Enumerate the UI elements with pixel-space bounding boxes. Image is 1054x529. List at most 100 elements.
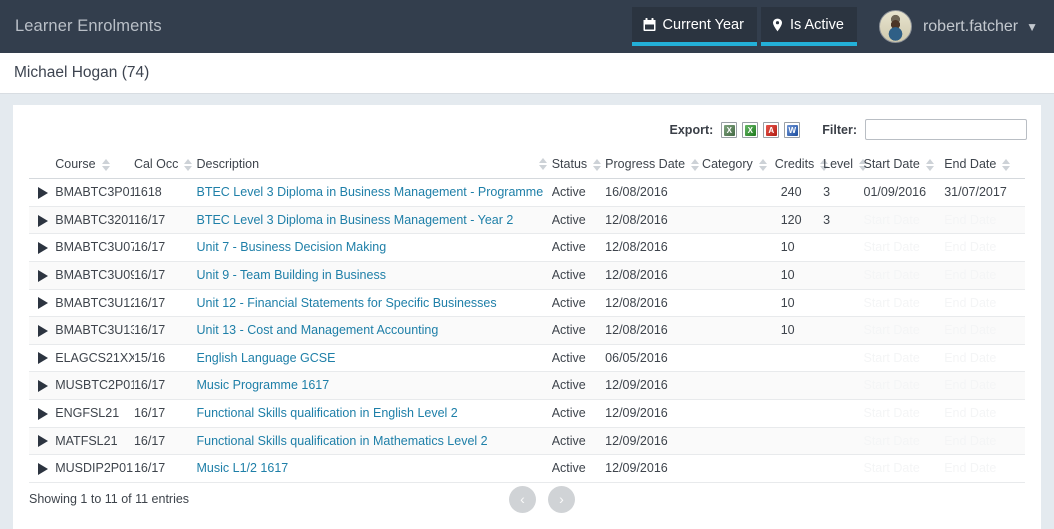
- description-link[interactable]: Music L1/2 1617: [197, 461, 289, 475]
- cell-description[interactable]: BTEC Level 3 Diploma in Business Managem…: [196, 206, 552, 235]
- row-expander-cell[interactable]: [29, 206, 56, 235]
- current-year-filter-button[interactable]: Current Year: [631, 7, 757, 46]
- sort-icon-description[interactable]: [538, 157, 548, 171]
- column-header-credits[interactable]: Credits: [774, 153, 829, 180]
- row-expander-cell[interactable]: [29, 178, 56, 207]
- is-active-filter-button[interactable]: Is Active: [760, 7, 857, 46]
- table-row[interactable]: BMABTC3P01 1618 BTEC Level 3 Diploma in Bu…: [29, 178, 1025, 207]
- sort-icon-status[interactable]: [593, 158, 602, 172]
- table-row[interactable]: BMABTC3U12 16/17 Unit 12 - Financial State…: [29, 289, 1025, 318]
- column-header-course[interactable]: Course: [55, 153, 134, 180]
- export-icon-group: X X A W: [721, 121, 801, 138]
- expand-row-icon[interactable]: [38, 462, 48, 475]
- sort-icon-course[interactable]: [101, 158, 111, 172]
- cell-description[interactable]: Unit 9 - Team Building in Business: [196, 261, 552, 290]
- cell-description[interactable]: English Language GCSE: [196, 344, 552, 373]
- column-header-cal-occ[interactable]: Cal Occ: [133, 153, 197, 180]
- cell-description[interactable]: Unit 13 - Cost and Management Accounting: [196, 316, 552, 345]
- column-header-level[interactable]: Level: [823, 153, 868, 180]
- description-link[interactable]: Functional Skills qualification in Mathe…: [197, 434, 488, 448]
- cell-status: Active: [551, 178, 606, 207]
- cell-cal-occ: 16/17: [133, 316, 197, 345]
- current-year-filter-label: Current Year: [662, 16, 744, 33]
- description-link[interactable]: Unit 9 - Team Building in Business: [197, 268, 386, 282]
- table-row[interactable]: BMABTC3201 16/17 BTEC Level 3 Diploma in B…: [29, 206, 1025, 235]
- row-expander-cell[interactable]: [29, 289, 56, 318]
- expand-row-icon[interactable]: [38, 380, 48, 393]
- row-expander-cell[interactable]: [29, 316, 56, 345]
- expand-row-icon[interactable]: [38, 435, 48, 448]
- row-expander-cell[interactable]: [29, 344, 56, 373]
- cell-description[interactable]: BTEC Level 3 Diploma in Business Managem…: [196, 178, 552, 207]
- column-header-end-date[interactable]: End Date: [944, 153, 1025, 180]
- column-header-category[interactable]: Category: [702, 153, 775, 180]
- cell-end-date: End Date: [944, 371, 1025, 400]
- expand-row-icon[interactable]: [38, 242, 48, 255]
- cell-start-date: Start Date: [863, 233, 945, 262]
- filter-input[interactable]: [865, 119, 1027, 140]
- export-csv-icon[interactable]: X: [721, 121, 738, 138]
- next-page-button[interactable]: ›: [548, 485, 575, 513]
- description-link[interactable]: English Language GCSE: [197, 351, 336, 365]
- placeholder-ghost-text: End Date: [944, 461, 997, 476]
- cell-description[interactable]: Unit 7 - Business Decision Making: [196, 233, 552, 262]
- expand-row-icon[interactable]: [38, 186, 48, 199]
- cell-level: [823, 233, 864, 262]
- table-row[interactable]: BMABTC3U13 16/17 Unit 13 - Cost and Manage…: [29, 316, 1025, 345]
- column-header-start-date[interactable]: Start Date: [863, 153, 945, 180]
- description-link[interactable]: Unit 7 - Business Decision Making: [197, 240, 387, 254]
- sort-icon-start-date[interactable]: [925, 158, 935, 172]
- column-label-end-date: End Date: [944, 157, 997, 171]
- sort-icon-cal-occ[interactable]: [184, 158, 193, 172]
- export-excel-icon[interactable]: X: [742, 121, 759, 138]
- cell-start-date: Start Date: [863, 206, 945, 235]
- cell-description[interactable]: Functional Skills qualification in Mathe…: [196, 427, 552, 456]
- cell-progress-date: 12/08/2016: [605, 261, 703, 290]
- expand-row-icon[interactable]: [38, 297, 48, 310]
- description-link[interactable]: Unit 12 - Financial Statements for Speci…: [197, 296, 497, 310]
- placeholder-ghost-text: Start Date: [863, 240, 920, 255]
- row-expander-cell[interactable]: [29, 399, 56, 428]
- cell-level: [823, 261, 864, 290]
- expand-row-icon[interactable]: [38, 214, 48, 227]
- description-link[interactable]: Unit 13 - Cost and Management Accounting: [197, 323, 439, 337]
- user-menu[interactable]: robert.fatcher ▼: [878, 10, 1038, 43]
- cell-description[interactable]: Music Programme 1617: [196, 371, 552, 400]
- column-header-description[interactable]: Description: [196, 153, 552, 180]
- cell-description[interactable]: Unit 12 - Financial Statements for Speci…: [196, 289, 552, 318]
- table-row[interactable]: ENGFSL21 16/17 Functional Skills qualifica…: [29, 399, 1025, 428]
- previous-page-button[interactable]: ‹: [509, 485, 536, 513]
- column-header-status[interactable]: Status: [551, 153, 606, 180]
- sort-icon-end-date[interactable]: [1002, 158, 1011, 172]
- table-row[interactable]: BMABTC3U07 16/17 Unit 7 - Business Decisio…: [29, 233, 1025, 262]
- table-row[interactable]: BMABTC3U09 16/17 Unit 9 - Team Building in…: [29, 261, 1025, 290]
- expand-row-icon[interactable]: [38, 352, 48, 365]
- row-expander-cell[interactable]: [29, 233, 56, 262]
- column-label-level: Level: [823, 157, 854, 171]
- description-link[interactable]: BTEC Level 3 Diploma in Business Managem…: [197, 185, 544, 199]
- export-pdf-icon[interactable]: A: [763, 121, 780, 138]
- expand-row-icon[interactable]: [38, 324, 48, 337]
- sort-icon-progress-date[interactable]: [691, 158, 700, 172]
- sort-icon-category[interactable]: [758, 158, 768, 172]
- expand-row-icon[interactable]: [38, 407, 48, 420]
- export-word-icon[interactable]: W: [784, 121, 801, 138]
- row-expander-cell[interactable]: [29, 261, 56, 290]
- row-expander-cell[interactable]: [29, 427, 56, 456]
- cell-status: Active: [551, 233, 606, 262]
- cell-course: BMABTC3P01: [55, 178, 134, 207]
- placeholder-ghost-text: Start Date: [863, 405, 920, 420]
- cell-description[interactable]: Functional Skills qualification in Engli…: [196, 399, 552, 428]
- description-link[interactable]: Functional Skills qualification in Engli…: [197, 406, 458, 420]
- cell-status: Active: [551, 261, 606, 290]
- description-link[interactable]: BTEC Level 3 Diploma in Business Managem…: [197, 213, 514, 227]
- column-header-progress-date[interactable]: Progress Date: [605, 153, 703, 180]
- filter-label: Filter:: [822, 122, 857, 137]
- table-row[interactable]: MATFSL21 16/17 Functional Skills qualifica…: [29, 427, 1025, 456]
- expand-row-icon[interactable]: [38, 269, 48, 282]
- row-expander-cell[interactable]: [29, 371, 56, 400]
- table-row[interactable]: MUSBTC2P01 16/17 Music Programme 1617 Activ…: [29, 371, 1025, 400]
- description-link[interactable]: Music Programme 1617: [197, 378, 330, 392]
- map-pin-icon: [772, 18, 783, 32]
- table-row[interactable]: ELAGCS21XX 15/16 English Language GCSE Acti…: [29, 344, 1025, 373]
